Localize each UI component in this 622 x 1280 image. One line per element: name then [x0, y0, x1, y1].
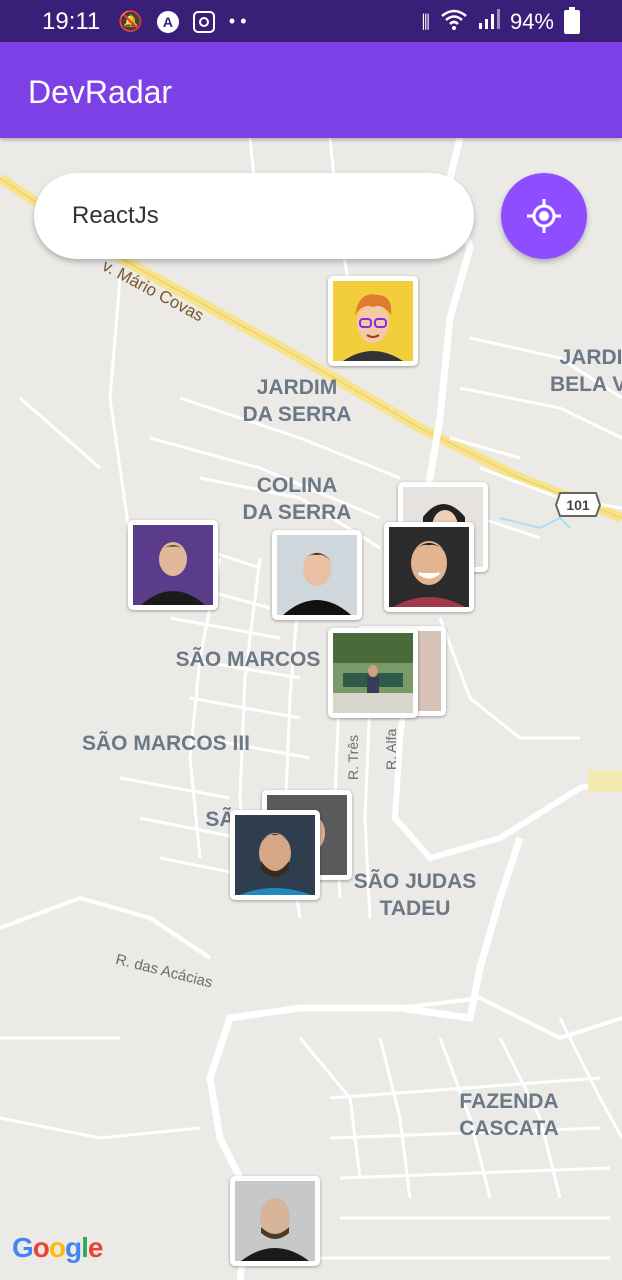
gps-target-icon: [527, 199, 561, 233]
avatar-icon: [333, 633, 413, 713]
avatar-icon: [333, 281, 413, 361]
map-view[interactable]: 101 v. Mário Covas R. das Acácias R. Trê…: [0, 138, 622, 1280]
place-sao-marcos: SÃO MARCOS: [175, 648, 321, 671]
place-sao-marcos-iii: SÃO MARCOS III: [81, 732, 251, 755]
status-bar: 19:11 🔕 A • • ⫼ 94%: [0, 0, 622, 42]
dev-marker-7[interactable]: [328, 628, 418, 718]
battery-percent: 94%: [509, 9, 554, 34]
dev-marker-2[interactable]: [128, 520, 218, 610]
avatar-icon: [235, 1181, 315, 1261]
avatar-icon: [389, 527, 469, 607]
avatar-icon: [235, 815, 315, 895]
instagram-icon: [192, 10, 215, 33]
search-input[interactable]: [70, 201, 454, 231]
dev-marker-10[interactable]: [230, 1176, 320, 1266]
mute-icon: 🔕: [118, 11, 143, 33]
more-icon: • •: [228, 11, 247, 31]
avatar-icon: [277, 535, 357, 615]
google-logo: Google: [12, 1232, 103, 1263]
app-title: DevRadar: [28, 74, 173, 110]
battery-icon: [564, 7, 580, 34]
dev-marker-9[interactable]: [230, 810, 320, 900]
wifi-icon: [440, 8, 468, 36]
place-fazenda-cascata: FAZENDA CASCATA: [459, 1090, 559, 1140]
place-sao-judas-tadeu: SÃO JUDAS TADEU: [353, 870, 477, 920]
place-jardim-da-serra: JARDIM DA SERRA: [242, 376, 352, 426]
app-bar: DevRadar: [0, 42, 622, 138]
status-time: 19:11: [42, 8, 101, 35]
vibrate-icon: ⫼: [421, 11, 430, 32]
dev-marker-5[interactable]: [384, 522, 474, 612]
highway-shield: 101: [566, 497, 590, 513]
app-icon: A: [156, 10, 179, 33]
avatar-icon: [133, 525, 213, 605]
street-label-tres: R. Três: [345, 734, 361, 780]
locate-button[interactable]: [501, 173, 587, 259]
search-bar: [34, 173, 474, 259]
signal-icon: [478, 9, 500, 35]
place-colina-da-serra: COLINA DA SERRA: [242, 474, 352, 524]
dev-marker-4[interactable]: [272, 530, 362, 620]
dev-marker-avatar-cartoon[interactable]: [328, 276, 418, 366]
street-label-alfa: R. Alfa: [383, 728, 399, 770]
place-jardim-bela-vista: JARDI BELA VI: [549, 346, 622, 396]
